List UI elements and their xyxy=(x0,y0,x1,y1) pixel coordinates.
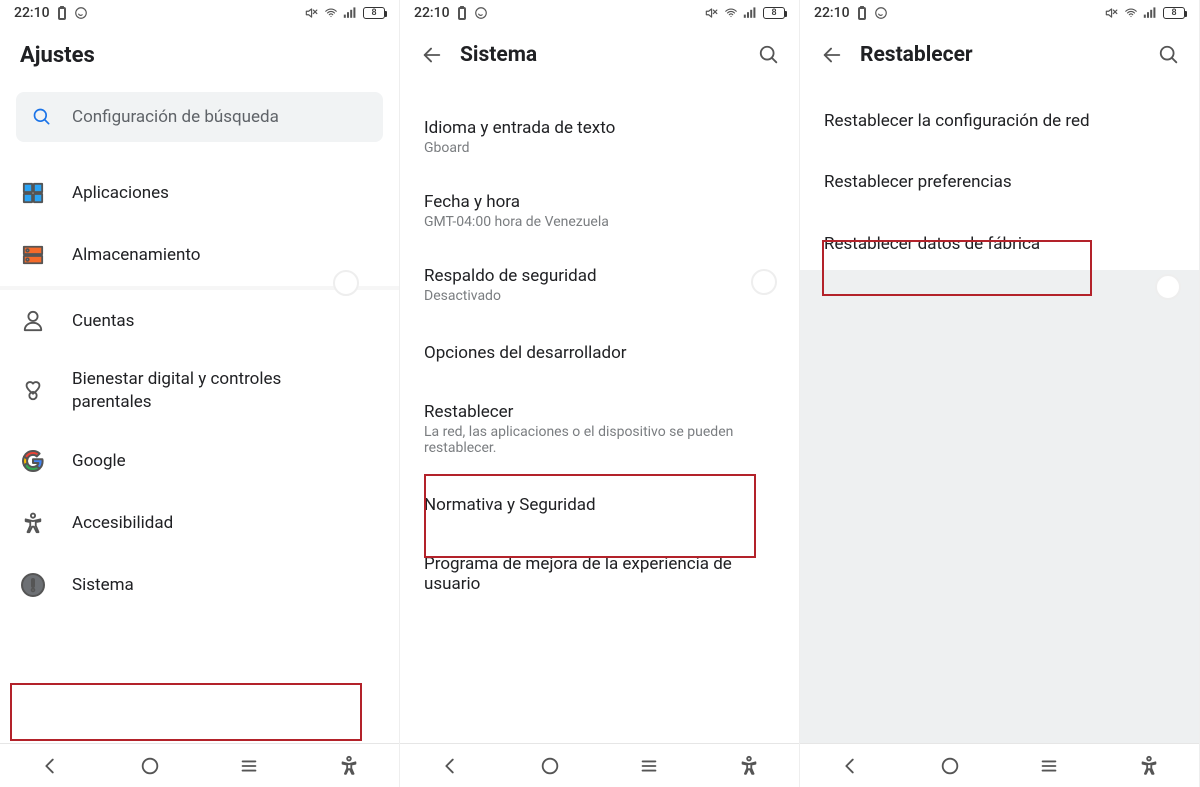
nav-bar xyxy=(400,743,799,787)
mute-icon xyxy=(303,6,319,20)
search-button[interactable] xyxy=(1155,44,1183,66)
decorative-circle xyxy=(751,269,777,295)
google-icon xyxy=(20,448,46,474)
mute-icon xyxy=(1103,6,1119,20)
whatsapp-icon xyxy=(74,6,88,20)
row-fecha[interactable]: Fecha y hora GMT-04:00 hora de Venezuela xyxy=(400,170,799,244)
row-sistema[interactable]: Sistema xyxy=(0,554,399,616)
row-restablecer[interactable]: Restablecer La red, las aplicaciones o e… xyxy=(400,380,799,470)
accessibility-icon xyxy=(20,510,46,536)
nav-back-icon[interactable] xyxy=(39,755,61,777)
mute-icon xyxy=(703,6,719,20)
row-normativa[interactable]: Normativa y Seguridad xyxy=(400,470,799,532)
signal-icon xyxy=(743,6,759,20)
nav-accessibility-icon[interactable] xyxy=(1138,755,1160,777)
row-idioma[interactable]: Idioma y entrada de texto Gboard xyxy=(400,104,799,170)
page-title: Restablecer xyxy=(860,43,1155,67)
battery-charging-icon xyxy=(856,6,868,20)
arrow-left-icon xyxy=(421,44,443,66)
decorative-circle xyxy=(1155,274,1181,300)
page-title: Ajustes xyxy=(16,43,95,68)
status-time: 22:10 xyxy=(14,5,50,21)
arrow-left-icon xyxy=(821,44,843,66)
status-bar: 22:10 8 xyxy=(0,0,399,26)
row-google[interactable]: Google xyxy=(0,430,399,492)
apps-icon xyxy=(20,180,46,206)
search-icon xyxy=(32,107,52,127)
accounts-icon xyxy=(20,308,46,334)
nav-bar xyxy=(800,743,1199,787)
panel-ajustes: 22:10 8 Ajustes Configuración de búsqued… xyxy=(0,0,400,787)
storage-icon xyxy=(20,242,46,268)
nav-home-icon[interactable] xyxy=(939,755,961,777)
nav-back-icon[interactable] xyxy=(839,755,861,777)
row-bienestar[interactable]: Bienestar digital y controles parentales xyxy=(0,352,399,430)
signal-icon xyxy=(343,6,359,20)
battery-charging-icon xyxy=(56,6,68,20)
header: Ajustes xyxy=(0,26,399,84)
back-button[interactable] xyxy=(816,44,848,66)
back-button[interactable] xyxy=(416,44,448,66)
settings-list: Aplicaciones Almacenamiento Cuentas Bien… xyxy=(0,162,399,743)
panel-sistema: 22:10 8 Sistema Idioma y entrada de text… xyxy=(400,0,800,787)
row-reset-pref[interactable]: Restablecer preferencias xyxy=(800,146,1199,208)
nav-back-icon[interactable] xyxy=(439,755,461,777)
decorative-circle xyxy=(333,270,359,296)
battery-icon: 8 xyxy=(763,7,785,19)
system-icon xyxy=(20,572,46,598)
restablecer-list: Restablecer la configuración de red Rest… xyxy=(800,84,1199,270)
row-respaldo[interactable]: Respaldo de seguridad Desactivado xyxy=(400,244,799,318)
sistema-list: Idioma y entrada de texto Gboard Fecha y… xyxy=(400,84,799,743)
nav-recent-icon[interactable] xyxy=(238,755,260,777)
search-icon xyxy=(758,44,780,66)
battery-icon: 8 xyxy=(1163,7,1185,19)
nav-bar xyxy=(0,743,399,787)
row-programa-mejora[interactable]: Programa de mejora de la experiencia de … xyxy=(400,532,799,608)
search-button[interactable] xyxy=(755,44,783,66)
row-reset-fabrica[interactable]: Restablecer datos de fábrica xyxy=(800,208,1199,270)
battery-charging-icon xyxy=(456,6,468,20)
signal-icon xyxy=(1143,6,1159,20)
wifi-icon xyxy=(1123,6,1139,20)
nav-accessibility-icon[interactable] xyxy=(738,755,760,777)
row-accesibilidad[interactable]: Accesibilidad xyxy=(0,492,399,554)
whatsapp-icon xyxy=(874,6,888,20)
panel-restablecer: 22:10 8 Restablecer Restablecer la confi… xyxy=(800,0,1200,787)
nav-accessibility-icon[interactable] xyxy=(338,755,360,777)
nav-home-icon[interactable] xyxy=(139,755,161,777)
nav-home-icon[interactable] xyxy=(539,755,561,777)
search-icon xyxy=(1158,44,1180,66)
battery-icon: 8 xyxy=(363,7,385,19)
nav-recent-icon[interactable] xyxy=(638,755,660,777)
row-reset-red[interactable]: Restablecer la configuración de red xyxy=(800,84,1199,146)
wifi-icon xyxy=(723,6,739,20)
wellbeing-icon xyxy=(20,378,46,404)
header: Sistema xyxy=(400,26,799,84)
status-bar: 22:10 8 xyxy=(400,0,799,26)
whatsapp-icon xyxy=(474,6,488,20)
row-cuentas[interactable]: Cuentas xyxy=(0,290,399,352)
empty-area xyxy=(800,270,1199,743)
wifi-icon xyxy=(323,6,339,20)
nav-recent-icon[interactable] xyxy=(1038,755,1060,777)
row-desarrollador[interactable]: Opciones del desarrollador xyxy=(400,318,799,380)
status-bar: 22:10 8 xyxy=(800,0,1199,26)
search-placeholder: Configuración de búsqueda xyxy=(72,107,279,127)
row-aplicaciones[interactable]: Aplicaciones xyxy=(0,162,399,224)
page-title: Sistema xyxy=(460,43,755,67)
search-input[interactable]: Configuración de búsqueda xyxy=(16,92,383,142)
header: Restablecer xyxy=(800,26,1199,84)
